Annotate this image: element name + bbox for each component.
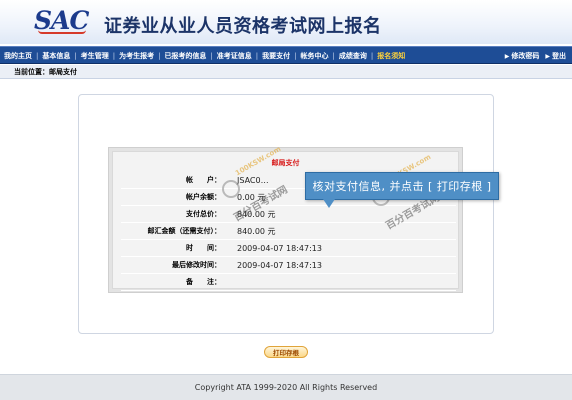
print-stub-button[interactable]: 打印存根 <box>264 346 308 358</box>
main-navbar: 我的主页 | 基本信息 | 考生管理 | 为考生报考 | 已报考的信息 | 准考… <box>0 46 572 64</box>
table-row: 最后修改时间： 2009-04-07 18:47:13 <box>121 257 456 274</box>
nav-item-payment[interactable]: 我要支付 <box>258 51 294 61</box>
table-row: 时 间： 2009-04-07 18:47:13 <box>121 240 456 257</box>
row-label: 帐户余额： <box>186 193 221 201</box>
table-row: 邮汇金额（还需支付）： 840.00 元 <box>121 223 456 240</box>
nav-item-candidate-management[interactable]: 考生管理 <box>77 51 113 61</box>
footer-copyright: Copyright ATA 1999-2020 All Rights Reser… <box>0 374 572 400</box>
logout-label: 登出 <box>552 52 566 60</box>
row-label: 支付总价： <box>186 210 221 218</box>
watermark-logo-icon <box>222 180 240 198</box>
breadcrumb: 当前位置：邮局支付 <box>0 65 572 79</box>
row-value: 2009-04-07 18:47:13 <box>237 260 322 270</box>
nav-item-registered-info[interactable]: 已报考的信息 <box>160 51 210 61</box>
site-title: 证券业从业人员资格考试网上报名 <box>104 16 382 37</box>
nav-item-account-center[interactable]: 帐务中心 <box>297 51 333 61</box>
row-value: 840.00 元 <box>237 226 276 236</box>
row-label: 最后修改时间： <box>172 261 221 269</box>
change-password-link[interactable]: ▶ 修改密码 <box>505 51 540 61</box>
arrow-right-icon: ▶ <box>545 52 550 60</box>
nav-item-register-for-candidate[interactable]: 为考生报考 <box>115 51 158 61</box>
nav-item-home[interactable]: 我的主页 <box>0 51 36 61</box>
nav-item-admission-ticket[interactable]: 准考证信息 <box>213 51 256 61</box>
row-label: 帐 户： <box>186 176 221 184</box>
payment-hint-tooltip: 核对支付信息, 并点击 [ 打印存根 ] <box>305 172 499 200</box>
site-header: SAC 证券业从业人员资格考试网上报名 <box>0 0 572 44</box>
nav-item-score-query[interactable]: 成绩查询 <box>335 51 371 61</box>
table-row: 备 注： <box>121 274 456 291</box>
row-label: 邮汇金额（还需支付）： <box>147 227 222 235</box>
tooltip-pointer <box>323 199 335 208</box>
nav-item-basic-info[interactable]: 基本信息 <box>38 51 74 61</box>
nav-items: 我的主页 | 基本信息 | 考生管理 | 为考生报考 | 已报考的信息 | 准考… <box>0 47 409 65</box>
row-value: 2009-04-07 18:47:13 <box>237 243 322 253</box>
logo-swoosh <box>38 30 86 34</box>
row-label: 备 注： <box>186 278 221 286</box>
row-label: 时 间： <box>186 244 221 252</box>
logout-link[interactable]: ▶ 登出 <box>545 51 566 61</box>
nav-item-registration-notice[interactable]: 报名须知 <box>373 51 409 61</box>
change-password-label: 修改密码 <box>511 52 540 60</box>
arrow-right-icon: ▶ <box>504 52 510 60</box>
nav-right: ▶ 修改密码 ▶ 登出 <box>505 47 566 65</box>
